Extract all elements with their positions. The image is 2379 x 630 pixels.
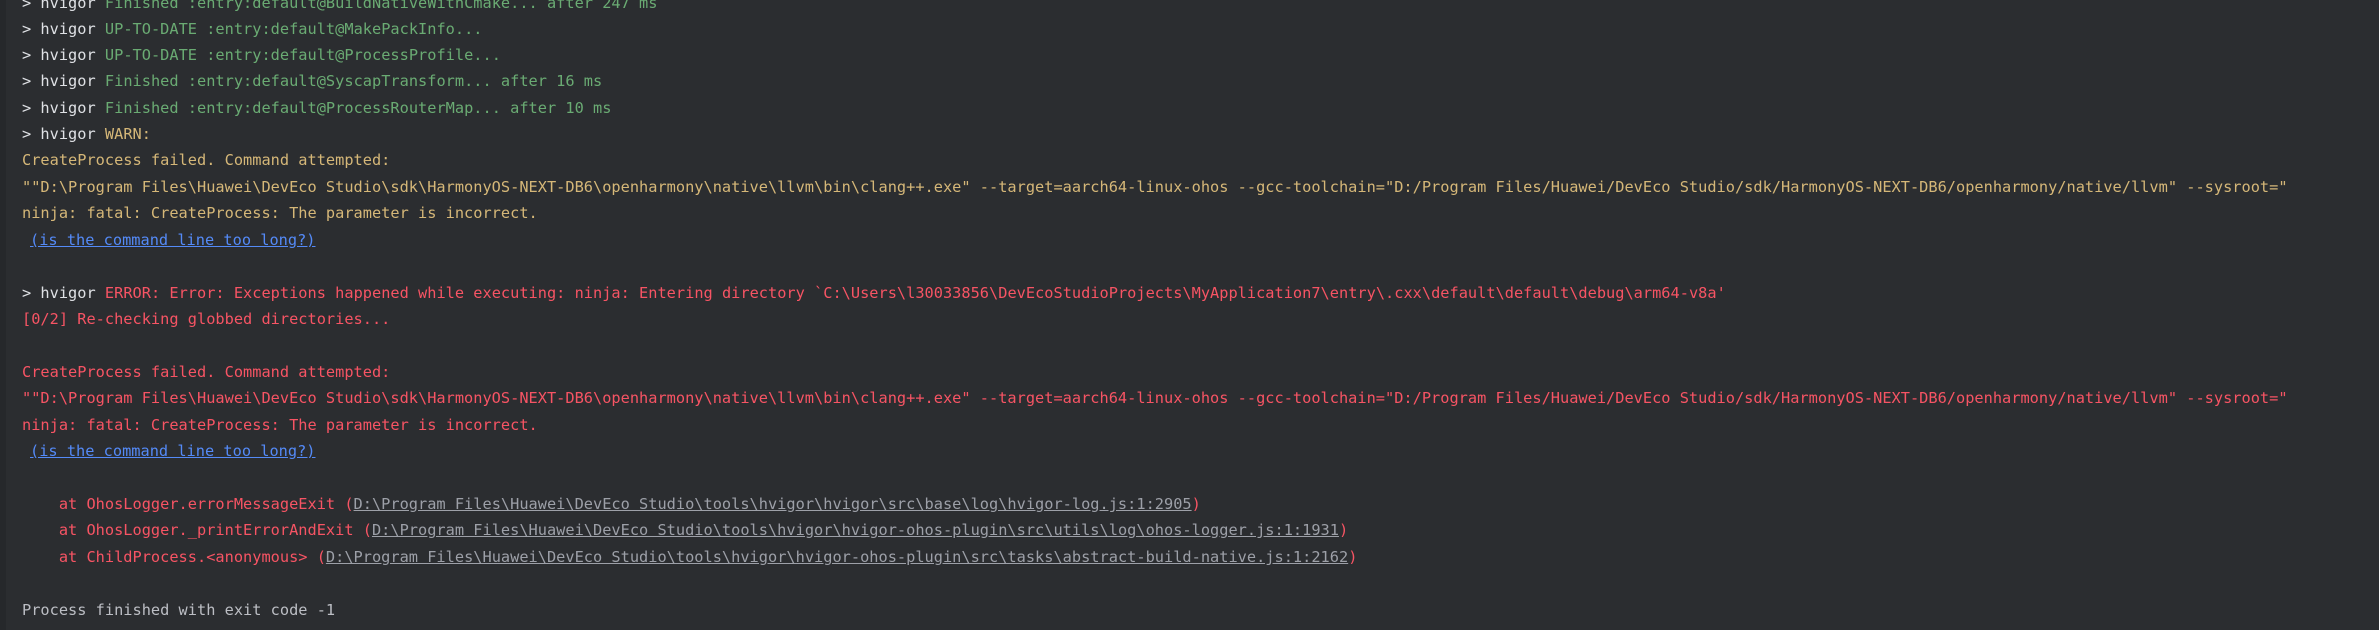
stack-frame-path-link[interactable]: D:\Program Files\Huawei\DevEco Studio\to… [372,521,1339,539]
error-fatal-line: ninja: fatal: CreateProcess: The paramet… [22,416,538,434]
stack-frame-prefix: at OhosLogger.errorMessageExit ( [22,495,354,513]
hvigor-tag: hvigor [40,0,96,12]
prompt-marker: > [22,46,41,64]
error-text: ERROR: Error: Exceptions happened while … [104,284,1726,302]
hvigor-tag: hvigor [40,99,96,117]
stack-frame-suffix: ) [1191,495,1201,513]
error-line: CreateProcess failed. Command attempted: [22,363,391,381]
hvigor-tag: hvigor [40,20,96,38]
prompt-marker: > [22,99,41,117]
stack-frame-prefix: at OhosLogger._printErrorAndExit ( [22,521,372,539]
log-line: > hvigor Finished :entry:default@Process… [22,95,611,121]
log-text: Finished :entry:default@BuildNativeWithC… [104,0,658,12]
warn-line: CreateProcess failed. Command attempted: [22,151,391,169]
log-line: > hvigor Finished :entry:default@BuildNa… [22,0,657,16]
hvigor-tag: hvigor [40,72,96,90]
stack-frame: at OhosLogger.errorMessageExit (D:\Progr… [22,491,1201,517]
log-text: Finished :entry:default@ProcessRouterMap… [104,99,612,117]
log-text: Finished :entry:default@SyscapTransform.… [104,72,603,90]
warn-label: WARN: [104,125,151,143]
exit-code-line: Process finished with exit code -1 [22,601,336,619]
prompt-marker: > [22,20,41,38]
link-text[interactable]: (is the command line too long?) [30,442,316,460]
warn-fatal-line: ninja: fatal: CreateProcess: The paramet… [22,204,538,222]
stack-frame: at OhosLogger._printErrorAndExit (D:\Pro… [22,517,1348,543]
stack-frame-suffix: ) [1338,521,1349,539]
prompt-marker: > [22,125,41,143]
prompt-marker: > [22,284,41,302]
log-line: > hvigor UP-TO-DATE :entry:default@Proce… [22,42,501,68]
stack-frame-prefix: at ChildProcess.<anonymous> ( [22,548,326,566]
run-console-output[interactable]: > hvigor Finished :entry:default@BuildNa… [0,0,2379,630]
stack-frame-path-link[interactable]: D:\Program Files\Huawei\DevEco Studio\to… [326,548,1348,566]
log-line: > hvigor UP-TO-DATE :entry:default@MakeP… [22,16,483,42]
link-text[interactable]: (is the command line too long?) [30,231,316,249]
log-text: UP-TO-DATE :entry:default@ProcessProfile… [104,46,501,64]
stack-frame-suffix: ) [1348,548,1358,566]
hvigor-tag: hvigor [40,46,96,64]
error-command-line: ""D:\Program Files\Huawei\DevEco Studio\… [22,389,2288,407]
stack-frame: at ChildProcess.<anonymous> (D:\Program … [22,544,1358,570]
log-text: UP-TO-DATE :entry:default@MakePackInfo..… [104,20,483,38]
hvigor-tag: hvigor [40,125,96,143]
prompt-marker: > [22,72,41,90]
log-line: > hvigor Finished :entry:default@SyscapT… [22,68,602,94]
error-line: > hvigor ERROR: Error: Exceptions happen… [22,280,1726,306]
error-line: [0/2] Re-checking globbed directories... [22,310,391,328]
warn-command-line: ""D:\Program Files\Huawei\DevEco Studio\… [22,178,2288,196]
stack-frame-path-link[interactable]: D:\Program Files\Huawei\DevEco Studio\to… [354,495,1192,513]
command-too-long-link[interactable]: (is the command line too long?) [30,438,316,464]
prompt-marker: > [22,0,41,12]
hvigor-tag: hvigor [40,284,96,302]
command-too-long-link[interactable]: (is the command line too long?) [30,227,316,253]
log-line: > hvigor WARN: [22,121,151,147]
